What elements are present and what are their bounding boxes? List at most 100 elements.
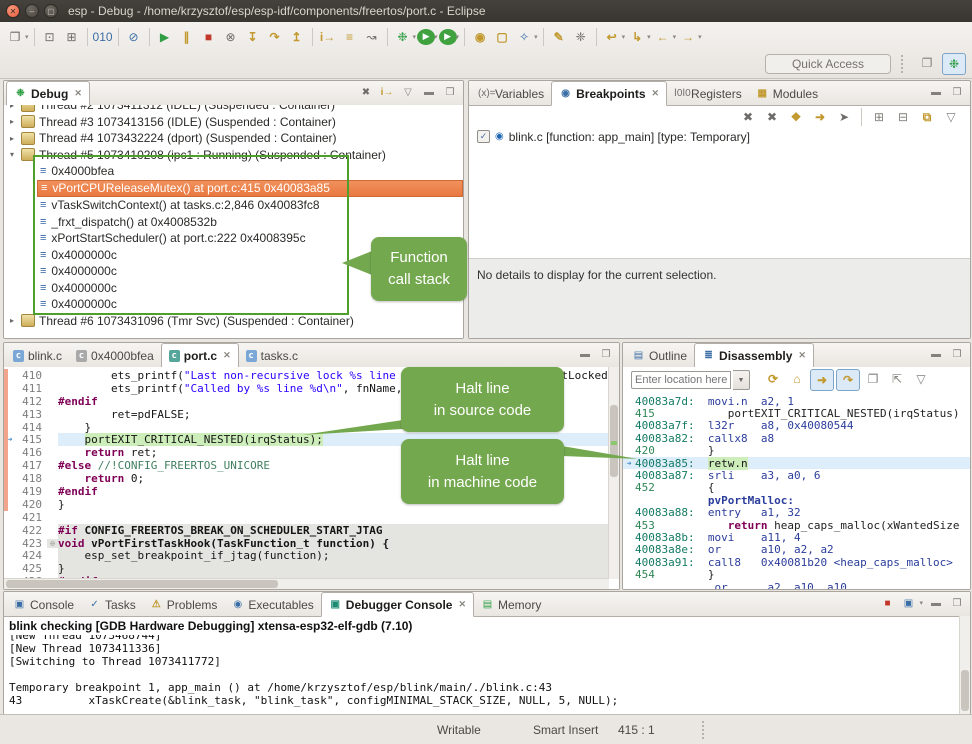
use-step-filters-icon[interactable]: ↝ — [361, 27, 383, 47]
expand-arrow-icon[interactable]: ▾ — [10, 150, 21, 159]
tab-blink-c[interactable]: cblink.c — [6, 344, 69, 367]
home-icon[interactable]: ⌂ — [786, 369, 808, 389]
disassembly-line[interactable]: 40083a87: srli a3, a0, 6 — [623, 469, 970, 481]
debug-thread-row[interactable]: ▸Thread #6 1073431096 (Tmr Svc) (Suspend… — [4, 313, 463, 330]
maximize-icon[interactable]: ❒ — [441, 84, 459, 100]
tab-console[interactable]: ▣Console — [6, 593, 81, 616]
remove-all-terminated-icon[interactable]: ✖ — [357, 84, 375, 100]
select-default-working-set-icon[interactable]: ➤ — [833, 107, 855, 127]
stack-frame-row[interactable]: ≡0x4000bfea — [37, 163, 463, 180]
disassembly-line[interactable]: 420 } — [623, 445, 970, 457]
console-vertical-scrollbar[interactable] — [959, 616, 970, 714]
binary-output-icon[interactable]: 010 — [92, 27, 114, 47]
tab-outline[interactable]: ▤Outline — [625, 344, 694, 367]
editor-vertical-scrollbar[interactable] — [608, 367, 619, 579]
forward-dropdown-icon[interactable]: ▾ — [698, 33, 702, 41]
maximize-icon[interactable]: ❒ — [948, 346, 966, 362]
disassembly-line[interactable]: 40083a8e: or a10, a2, a2 — [623, 544, 970, 556]
go-to-file-for-breakpoint-icon[interactable]: ➜ — [809, 107, 831, 127]
forward-icon[interactable]: → — [677, 27, 699, 47]
debug-perspective-icon[interactable]: ❉ — [942, 53, 966, 75]
minimize-icon[interactable]: ▬ — [927, 595, 945, 611]
display-selected-console-dropdown-icon[interactable]: ▾ — [919, 599, 923, 607]
close-tab-icon[interactable]: ✕ — [798, 350, 806, 361]
pin-to-debug-context-icon[interactable]: ⇱ — [886, 369, 908, 389]
close-tab-icon[interactable]: ✕ — [458, 599, 466, 610]
disassembly-line[interactable]: 452 { — [623, 482, 970, 494]
stack-frame-row[interactable]: ≡_frxt_dispatch() at 0x4008532b — [37, 214, 463, 231]
instruction-stepping-icon[interactable]: i→ — [317, 27, 339, 47]
tab-tasks-c[interactable]: ctasks.c — [239, 344, 305, 367]
suspend-icon[interactable]: ∥ — [176, 27, 198, 47]
tab-registers[interactable]: ⅼ0ⅼ0Registers — [667, 82, 749, 105]
back-dropdown-icon[interactable]: ▾ — [673, 33, 677, 41]
tab-problems[interactable]: ⚠Problems — [143, 593, 225, 616]
tab-debugger-console[interactable]: ▣Debugger Console✕ — [321, 592, 474, 617]
view-menu-icon[interactable]: ▽ — [399, 84, 417, 100]
expand-arrow-icon[interactable]: ▸ — [10, 316, 21, 325]
window-maximize-icon[interactable]: ▢ — [44, 4, 58, 18]
console-output[interactable]: [New Thread 1073468744][New Thread 10734… — [4, 635, 960, 714]
tab-port-c[interactable]: cport.c✕ — [161, 343, 239, 368]
run-dropdown-icon[interactable]: ▾ — [434, 33, 438, 41]
source-line[interactable]: 425} — [4, 562, 609, 575]
close-tab-icon[interactable]: ✕ — [74, 88, 82, 99]
close-tab-icon[interactable]: ✕ — [652, 88, 660, 99]
instruction-stepping-mode-icon[interactable]: i→ — [378, 84, 396, 100]
breakpoint-checkbox[interactable]: ✓ — [477, 130, 490, 143]
disassembly-line[interactable]: pvPortMalloc: — [623, 494, 970, 506]
tab-memory[interactable]: ▤Memory — [474, 593, 548, 616]
annotations-icon[interactable]: ❈ — [570, 27, 592, 47]
minimize-icon[interactable]: ▬ — [927, 346, 945, 362]
sync-with-active-debug-context-icon[interactable]: ➜ — [810, 369, 834, 391]
tab-variables[interactable]: (x)=Variables — [471, 82, 551, 105]
fold-marker-icon[interactable]: ⊖ — [47, 539, 58, 548]
quick-access-button[interactable]: Quick Access — [765, 54, 891, 74]
location-dropdown-icon[interactable]: ▼ — [733, 370, 750, 390]
disassembly-line[interactable]: 40083a8b: movi a11, 4 — [623, 531, 970, 543]
tab-tasks[interactable]: ✓Tasks — [81, 593, 143, 616]
new-wizard-icon[interactable]: ❐ — [4, 27, 26, 47]
collapse-all-icon[interactable]: ⊟ — [892, 107, 914, 127]
maximize-icon[interactable]: ❒ — [948, 595, 966, 611]
breakpoint-list-item[interactable]: ✓ ◉ blink.c [function: app_main] [type: … — [469, 128, 970, 145]
disassembly-line[interactable]: 454 } — [623, 568, 970, 580]
halt-line-marker[interactable] — [611, 441, 617, 445]
open-element-icon[interactable]: ◉ — [469, 27, 491, 47]
resume-icon[interactable]: ▶ — [154, 27, 176, 47]
maximize-icon[interactable]: ❒ — [597, 346, 615, 362]
tab-executables[interactable]: ◉Executables — [224, 593, 320, 616]
display-selected-console-icon[interactable]: ▣ — [899, 595, 917, 611]
expand-arrow-icon[interactable]: ▸ — [10, 117, 21, 126]
search-icon[interactable]: ✧ — [513, 27, 535, 47]
source-line[interactable]: 424 esp_set_breakpoint_if_jtag(function)… — [4, 549, 609, 562]
tab-0x4000bfea[interactable]: c0x4000bfea — [69, 344, 161, 367]
back-icon[interactable]: ← — [652, 27, 674, 47]
minimize-icon[interactable]: ▬ — [420, 84, 438, 100]
expand-arrow-icon[interactable]: ▸ — [10, 134, 21, 143]
search-dropdown-icon[interactable]: ▾ — [534, 33, 538, 41]
stack-frame-row[interactable]: ≡vTaskSwitchContext() at tasks.c:2,846 0… — [37, 197, 463, 214]
source-line[interactable]: 422#if CONFIG_FREERTOS_BREAK_ON_SCHEDULE… — [4, 524, 609, 537]
external-tools-dropdown-icon[interactable]: ▾ — [456, 33, 460, 41]
step-into-icon[interactable]: ↧ — [242, 27, 264, 47]
remove-all-breakpoints-icon[interactable]: ✖ — [761, 107, 783, 127]
source-line[interactable]: 423⊖void vPortFirstTaskHook(TaskFunction… — [4, 537, 609, 550]
disassembly-line[interactable]: 453 return heap_caps_malloc(xWantedSize — [623, 519, 970, 531]
terminate-console-icon[interactable]: ■ — [878, 595, 896, 611]
expand-all-icon[interactable]: ⊞ — [868, 107, 890, 127]
debug-icon[interactable]: ❉ — [392, 27, 414, 47]
stack-frame-row[interactable]: ≡vPortCPUReleaseMutex() at port.c:415 0x… — [37, 180, 463, 198]
disassembly-listing[interactable]: 40083a7d: movi.n a2, 1415 portEXIT_CRITI… — [623, 395, 970, 589]
minimize-icon[interactable]: ▬ — [927, 84, 945, 100]
expand-arrow-icon[interactable]: ▸ — [10, 105, 21, 110]
step-over-icon[interactable]: ↷ — [264, 27, 286, 47]
remove-selected-breakpoints-icon[interactable]: ✖ — [737, 107, 759, 127]
disassembly-line[interactable]: 40083a82: callx8 a8 — [623, 432, 970, 444]
debug-thread-row[interactable]: ▸Thread #4 1073432224 (dport) (Suspended… — [4, 130, 463, 147]
debug-thread-row[interactable]: ▾Thread #5 1073410208 (ipc1 : Running) (… — [4, 147, 463, 164]
scrollbar-thumb[interactable] — [961, 670, 969, 711]
debug-thread-row[interactable]: ▸Thread #3 1073413156 (IDLE) (Suspended … — [4, 114, 463, 131]
terminate-icon[interactable]: ■ — [198, 27, 220, 47]
new-wizard-dropdown-icon[interactable]: ▾ — [25, 33, 29, 41]
